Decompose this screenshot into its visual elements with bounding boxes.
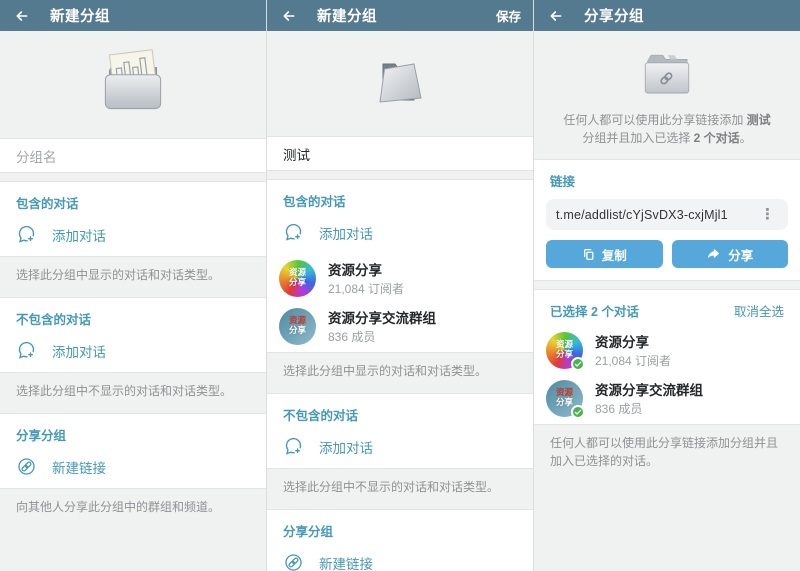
chat-list-item[interactable]: 资源 分享 资源分享 21,084 订阅者 bbox=[534, 326, 800, 374]
folder-name-input[interactable]: 分组名 bbox=[0, 138, 266, 173]
chat-list-item[interactable]: 资源 分享 资源分享交流群组 836 成员 bbox=[267, 302, 533, 352]
share-folder-section: 分享分组 新建链接 bbox=[0, 413, 266, 489]
included-chats-hint: 选择此分组中显示的对话和对话类型。 bbox=[16, 268, 221, 282]
folder-open-icon bbox=[379, 63, 422, 103]
chat-title: 资源分享 bbox=[595, 335, 649, 350]
excluded-chats-title: 不包含的对话 bbox=[283, 409, 359, 423]
excluded-chats-section: 不包含的对话 添加对话 bbox=[267, 393, 533, 469]
link-section: 链接 t.me/addlist/cYjSvDX3-cxjMjl1 ⋮ 复制 分享 bbox=[534, 159, 800, 281]
add-chat-button[interactable]: 添加对话 bbox=[267, 215, 533, 254]
chat-avatar: 资源 分享 bbox=[279, 259, 316, 297]
selected-check-icon bbox=[571, 404, 585, 419]
link-actions: 复制 分享 bbox=[534, 230, 800, 280]
invite-link-url: t.me/addlist/cYjSvDX3-cxjMjl1 bbox=[556, 207, 728, 222]
link-icon bbox=[285, 554, 302, 571]
telegram-folder-screens: 新建分组 分组名 包含的对话 添加对话 选择此分组中显示的对话和对话类型。 不包… bbox=[0, 0, 800, 571]
share-description: 任何人都可以使用此分享链接添加 测试 分组并且加入已选择 2 个对话。 bbox=[563, 113, 771, 145]
header: 新建分组 bbox=[0, 0, 266, 31]
new-link-label: 新建链接 bbox=[319, 556, 373, 571]
new-link-label: 新建链接 bbox=[52, 460, 106, 476]
share-folder-title: 分享分组 bbox=[16, 429, 67, 443]
header: 新建分组 保存 bbox=[267, 0, 533, 31]
back-button[interactable] bbox=[279, 6, 299, 26]
back-arrow-icon bbox=[550, 10, 562, 21]
more-options-button[interactable]: ⋮ bbox=[757, 207, 778, 222]
invite-link-field[interactable]: t.me/addlist/cYjSvDX3-cxjMjl1 ⋮ bbox=[546, 199, 788, 230]
add-excluded-chat-button[interactable]: 添加对话 bbox=[0, 333, 266, 372]
chat-list-item[interactable]: 资源 分享 资源分享 21,084 订阅者 bbox=[267, 254, 533, 302]
header: 分享分组 bbox=[534, 0, 800, 31]
selected-chats-title: 已选择 2 个对话 bbox=[550, 305, 639, 319]
chat-subtitle: 21,084 订阅者 bbox=[328, 282, 405, 296]
copy-icon bbox=[583, 248, 594, 260]
folder-name-input[interactable]: 测试 bbox=[267, 136, 533, 171]
page-title: 新建分组 bbox=[50, 9, 110, 25]
selected-chats-header: 已选择 2 个对话 取消全选 bbox=[534, 290, 800, 326]
folder-name-placeholder: 分组名 bbox=[16, 149, 57, 165]
chat-list-item[interactable]: 资源 分享 资源分享交流群组 836 成员 bbox=[534, 374, 800, 424]
add-chat-label: 添加对话 bbox=[52, 228, 106, 244]
deselect-all-button[interactable]: 取消全选 bbox=[734, 301, 784, 320]
excluded-chats-hint: 选择此分组中不显示的对话和对话类型。 bbox=[16, 384, 233, 398]
save-button[interactable]: 保存 bbox=[496, 6, 521, 25]
new-link-button[interactable]: 新建链接 bbox=[267, 545, 533, 571]
selected-chats-section: 已选择 2 个对话 取消全选 资源 分享 资源分享 21,084 订阅者 资源 分享 bbox=[534, 289, 800, 425]
folder-name-value: 测试 bbox=[283, 147, 310, 163]
chat-avatar: 资源 分享 bbox=[546, 379, 585, 419]
chat-title: 资源分享 bbox=[328, 263, 382, 278]
add-chat-icon bbox=[18, 341, 35, 359]
excluded-chats-title: 不包含的对话 bbox=[16, 313, 92, 327]
included-chats-hint: 选择此分组中显示的对话和对话类型。 bbox=[283, 364, 488, 378]
included-chats-section: 包含的对话 添加对话 bbox=[0, 181, 266, 257]
share-folder-title: 分享分组 bbox=[283, 525, 334, 539]
folder-illustration bbox=[0, 31, 266, 138]
add-chat-button[interactable]: 添加对话 bbox=[0, 217, 266, 256]
back-button[interactable] bbox=[12, 6, 32, 26]
folder-link-icon bbox=[644, 54, 690, 94]
chat-avatar: 资源 分享 bbox=[279, 307, 316, 345]
back-arrow-icon bbox=[283, 10, 295, 21]
included-chats-title: 包含的对话 bbox=[16, 197, 79, 211]
page-title: 新建分组 bbox=[317, 9, 377, 25]
link-section-title: 链接 bbox=[550, 175, 576, 189]
page-title: 分享分组 bbox=[584, 9, 644, 25]
folder-documents-icon bbox=[104, 49, 162, 110]
new-link-button[interactable]: 新建链接 bbox=[0, 449, 266, 488]
add-chat-icon bbox=[285, 437, 302, 455]
share-bottom-hint: 任何人都可以使用此分享链接添加分组并且加入已选择的对话。 bbox=[550, 436, 779, 468]
chat-subtitle: 21,084 订阅者 bbox=[595, 354, 672, 368]
chat-subtitle: 836 成员 bbox=[328, 330, 376, 344]
excluded-chats-section: 不包含的对话 添加对话 bbox=[0, 297, 266, 373]
share-folder-hint: 向其他人分享此分组中的群组和频道。 bbox=[16, 500, 221, 514]
add-chat-label: 添加对话 bbox=[319, 226, 373, 242]
chat-subtitle: 836 成员 bbox=[595, 402, 643, 416]
folder-illustration bbox=[267, 31, 533, 136]
back-button[interactable] bbox=[546, 6, 566, 26]
included-chats-section: 包含的对话 添加对话 资源 分享 资源分享 21,084 订阅者 资源 分享 资… bbox=[267, 179, 533, 353]
chat-title: 资源分享交流群组 bbox=[595, 383, 703, 398]
panel-new-folder-filled: 新建分组 保存 测试 包含的对话 添加对话 资源 分享 资源分享 21,084 … bbox=[267, 0, 534, 571]
selected-check-icon bbox=[571, 356, 585, 371]
chat-avatar: 资源 分享 bbox=[546, 331, 585, 371]
copy-button[interactable]: 复制 bbox=[546, 240, 663, 268]
included-chats-title: 包含的对话 bbox=[283, 195, 346, 209]
excluded-chats-hint: 选择此分组中不显示的对话和对话类型。 bbox=[283, 480, 500, 494]
panel-new-folder-empty: 新建分组 分组名 包含的对话 添加对话 选择此分组中显示的对话和对话类型。 不包… bbox=[0, 0, 267, 571]
add-chat-icon bbox=[18, 225, 35, 243]
share-icon bbox=[708, 248, 720, 258]
add-chat-icon bbox=[285, 223, 302, 241]
add-chat-label: 添加对话 bbox=[319, 440, 373, 456]
link-icon bbox=[18, 458, 35, 475]
copy-label: 复制 bbox=[601, 248, 627, 263]
share-folder-section: 分享分组 新建链接 bbox=[267, 509, 533, 571]
back-arrow-icon bbox=[16, 10, 28, 21]
panel-share-folder: 分享分组 任何人都可以使用此分享链接添加 测试 分组并且加入已选择 2 个对话。… bbox=[534, 0, 800, 571]
share-label: 分享 bbox=[728, 248, 754, 263]
share-button[interactable]: 分享 bbox=[671, 240, 788, 268]
chat-title: 资源分享交流群组 bbox=[328, 311, 436, 326]
add-excluded-chat-button[interactable]: 添加对话 bbox=[267, 429, 533, 468]
folder-illustration bbox=[534, 31, 800, 109]
more-options-icon: ⋮ bbox=[760, 206, 775, 223]
add-chat-label: 添加对话 bbox=[52, 344, 106, 360]
